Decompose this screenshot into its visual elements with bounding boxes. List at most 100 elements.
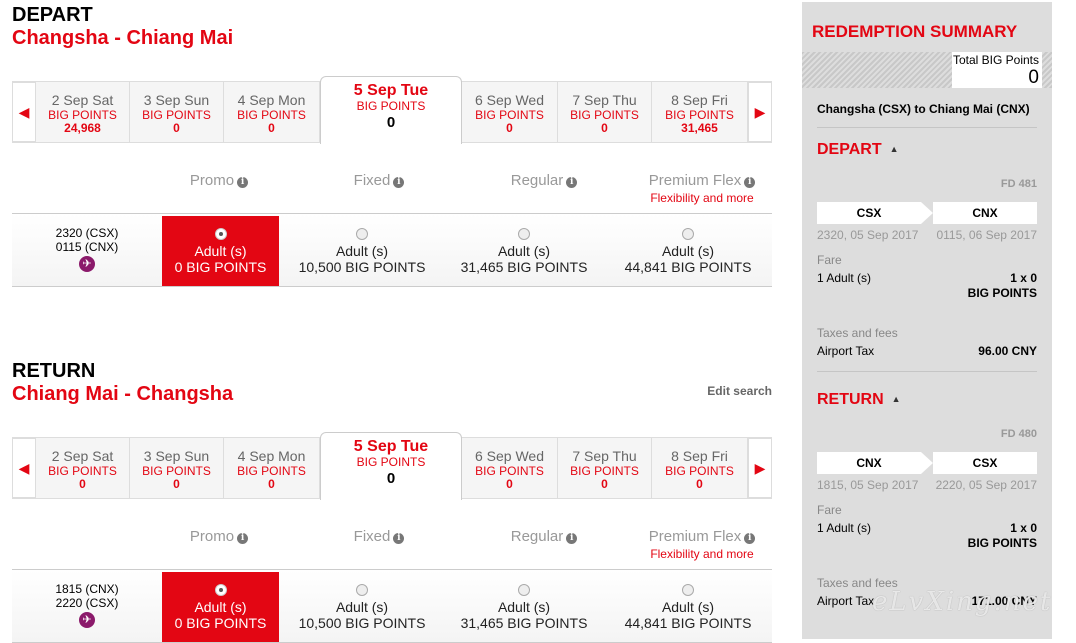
adult-label: Adult (s) bbox=[661, 243, 715, 259]
return-date-0[interactable]: 2 Sep Sat BIG POINTS 0 bbox=[36, 438, 130, 498]
airline-logo-icon: ✈ bbox=[79, 256, 95, 272]
taxes-label: Taxes and fees bbox=[817, 326, 898, 340]
redemption-summary-panel: REDEMPTION SUMMARY Total BIG Points 0 Ch… bbox=[802, 2, 1052, 639]
adult-label: Adult (s) bbox=[335, 243, 389, 259]
return-date-2[interactable]: 4 Sep Mon BIG POINTS 0 bbox=[224, 438, 320, 498]
date-bp-label: BIG POINTS bbox=[570, 464, 639, 478]
date-points: 0 bbox=[268, 121, 275, 135]
return-date-carousel: ◀ 2 Sep Sat BIG POINTS 0 3 Sep Sun BIG POIN… bbox=[12, 432, 772, 500]
date-bp-label: BIG POINTS bbox=[475, 108, 544, 122]
summary-return-toggle[interactable]: RETURN ▲ bbox=[817, 391, 901, 409]
option-points: 31,465 BIG POINTS bbox=[460, 615, 588, 631]
fare-multiplier: 1 x 0 bbox=[1010, 271, 1037, 285]
fare-multiplier: 1 x 0 bbox=[1010, 521, 1037, 535]
info-icon[interactable]: i bbox=[566, 177, 578, 188]
depart-heading: DEPART bbox=[12, 4, 93, 26]
date-points: 0 bbox=[79, 477, 86, 491]
prev-dates-button[interactable]: ◀ bbox=[12, 82, 36, 142]
adult-label: Adult (s) bbox=[661, 599, 715, 615]
depart-date-5[interactable]: 7 Sep Thu BIG POINTS 0 bbox=[558, 82, 652, 142]
date-points: 24,968 bbox=[64, 121, 101, 135]
arrival-time: 0115 (CNX) bbox=[55, 240, 119, 254]
summary-depart-toggle[interactable]: DEPART ▲ bbox=[817, 141, 899, 159]
depart-date-selected[interactable]: 5 Sep Tue BIG POINTS 0 bbox=[320, 76, 462, 144]
return-date-5[interactable]: 7 Sep Thu BIG POINTS 0 bbox=[558, 438, 652, 498]
divider bbox=[817, 371, 1037, 372]
radio[interactable] bbox=[518, 584, 530, 596]
fare-option-fixed[interactable]: Adult (s) 10,500 BIG POINTS bbox=[292, 216, 432, 286]
date-bp-label: BIG POINTS bbox=[237, 108, 306, 122]
leg-arrival-datetime: 0115, 06 Sep 2017 bbox=[936, 228, 1037, 242]
radio[interactable] bbox=[356, 584, 368, 596]
next-dates-button[interactable]: ▶ bbox=[748, 82, 772, 142]
depart-date-1[interactable]: 3 Sep Sun BIG POINTS 0 bbox=[130, 82, 224, 142]
date-label: 6 Sep Wed bbox=[474, 448, 544, 464]
depart-date-0[interactable]: 2 Sep Sat BIG POINTS 24,968 bbox=[36, 82, 130, 142]
total-points-value: 0 bbox=[1028, 67, 1039, 88]
fare-option-promo[interactable]: Adult (s) 0 BIG POINTS bbox=[162, 216, 279, 286]
leg-origin: CSX bbox=[856, 206, 882, 220]
fare-name: Regular bbox=[510, 172, 564, 189]
depart-route: Changsha - Chiang Mai bbox=[12, 27, 234, 49]
flight-selection: DEPART Changsha - Chiang Mai ◀ 2 Sep Sat… bbox=[0, 0, 792, 643]
fare-header-fixed: Fixed i bbox=[289, 172, 469, 189]
date-points: 0 bbox=[173, 477, 180, 491]
return-date-selected[interactable]: 5 Sep Tue BIG POINTS 0 bbox=[320, 432, 462, 500]
fare-option-premium-flex[interactable]: Adult (s) 44,841 BIG POINTS bbox=[618, 572, 758, 642]
leg-destination: CNX bbox=[972, 206, 998, 220]
date-bp-label: BIG POINTS bbox=[665, 108, 734, 122]
info-icon[interactable]: i bbox=[237, 177, 249, 188]
radio[interactable] bbox=[682, 584, 694, 596]
edit-search-link[interactable]: Edit search bbox=[707, 384, 772, 398]
fare-header-regular: Regular i bbox=[454, 528, 634, 545]
leg-departure-datetime: 1815, 05 Sep 2017 bbox=[817, 478, 919, 492]
date-points: 0 bbox=[601, 477, 608, 491]
fare-unit: BIG POINTS bbox=[967, 536, 1037, 550]
leg-arrival-datetime: 2220, 05 Sep 2017 bbox=[935, 478, 1037, 492]
depart-date-2[interactable]: 4 Sep Mon BIG POINTS 0 bbox=[224, 82, 320, 142]
caret-up-icon: ▲ bbox=[891, 394, 901, 404]
return-date-1[interactable]: 3 Sep Sun BIG POINTS 0 bbox=[130, 438, 224, 498]
info-icon[interactable]: i bbox=[744, 177, 756, 188]
fare-option-regular[interactable]: Adult (s) 31,465 BIG POINTS bbox=[454, 216, 594, 286]
radio[interactable] bbox=[356, 228, 368, 240]
date-points: 0 bbox=[696, 477, 703, 491]
return-date-4[interactable]: 6 Sep Wed BIG POINTS 0 bbox=[462, 438, 558, 498]
depart-date-6[interactable]: 8 Sep Fri BIG POINTS 31,465 bbox=[652, 82, 748, 142]
date-points: 0 bbox=[268, 477, 275, 491]
info-icon[interactable]: i bbox=[566, 533, 578, 544]
fare-name: Promo bbox=[189, 172, 235, 189]
return-leg-bar: CNX CSX bbox=[817, 452, 1037, 474]
info-icon[interactable]: i bbox=[393, 533, 405, 544]
fare-name: Regular bbox=[510, 528, 564, 545]
depart-date-4[interactable]: 6 Sep Wed BIG POINTS 0 bbox=[462, 82, 558, 142]
radio[interactable] bbox=[518, 228, 530, 240]
date-label: 5 Sep Tue bbox=[353, 438, 429, 455]
radio[interactable] bbox=[682, 228, 694, 240]
date-points: 0 bbox=[386, 114, 396, 131]
return-route: Chiang Mai - Changsha bbox=[12, 383, 234, 405]
date-bp-label: BIG POINTS bbox=[570, 108, 639, 122]
fare-option-regular[interactable]: Adult (s) 31,465 BIG POINTS bbox=[454, 572, 594, 642]
fare-option-promo[interactable]: Adult (s) 0 BIG POINTS bbox=[162, 572, 279, 642]
prev-dates-button[interactable]: ◀ bbox=[12, 438, 36, 498]
info-icon[interactable]: i bbox=[237, 533, 249, 544]
fare-option-premium-flex[interactable]: Adult (s) 44,841 BIG POINTS bbox=[618, 216, 758, 286]
fare-option-fixed[interactable]: Adult (s) 10,500 BIG POINTS bbox=[292, 572, 432, 642]
info-icon[interactable]: i bbox=[744, 533, 756, 544]
arrow-right-icon bbox=[921, 202, 933, 224]
radio-selected[interactable] bbox=[214, 584, 227, 596]
divider bbox=[817, 127, 1037, 128]
info-icon[interactable]: i bbox=[393, 177, 405, 188]
date-bp-label: BIG POINTS bbox=[356, 99, 426, 113]
fare-header-promo: Promo i bbox=[129, 528, 309, 545]
return-date-6[interactable]: 8 Sep Fri BIG POINTS 0 bbox=[652, 438, 748, 498]
next-dates-button[interactable]: ▶ bbox=[748, 438, 772, 498]
fare-label: Fare bbox=[817, 253, 842, 267]
radio-selected[interactable] bbox=[214, 228, 227, 240]
fare-name: Premium Flex bbox=[648, 528, 742, 545]
option-points: 44,841 BIG POINTS bbox=[624, 615, 752, 631]
total-points-box: Total BIG Points 0 bbox=[952, 52, 1042, 88]
arrow-right-icon bbox=[921, 452, 933, 474]
fare-header-premium-flex: Premium Flex i Flexibility and more bbox=[612, 528, 792, 561]
